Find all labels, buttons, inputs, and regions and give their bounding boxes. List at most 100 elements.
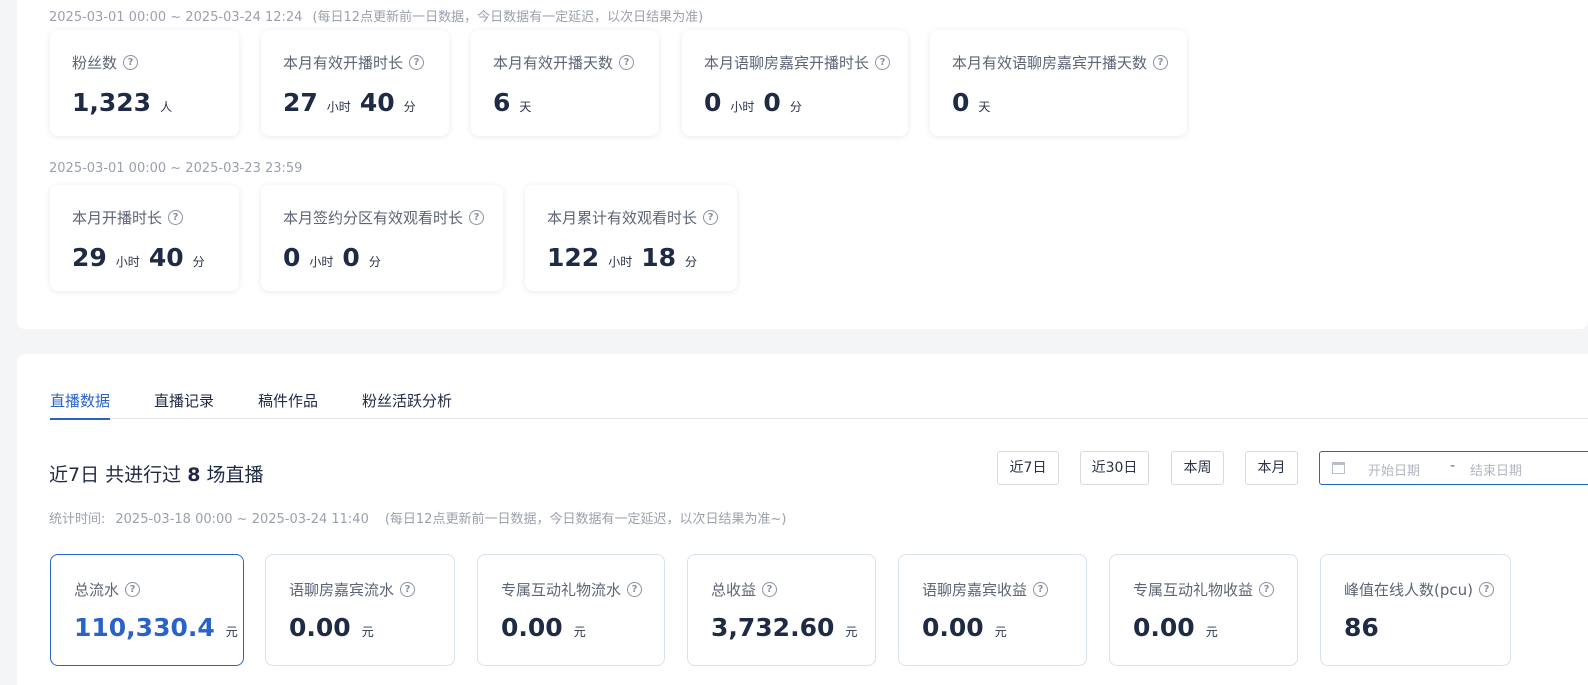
unit-label: 分 — [685, 255, 698, 269]
calendar-icon — [1332, 462, 1345, 474]
valid-live-days-card: 本月有效开播天数? 6天 — [471, 30, 659, 136]
overview-panel: 2025-03-01 00:00 ~ 2025-03-24 12:24 (每日12… — [17, 0, 1588, 329]
metric-value: 3,732.60 — [711, 613, 835, 642]
tab-live-records[interactable]: 直播记录 — [154, 390, 214, 419]
card-label: 本月累计有效观看时长 — [547, 209, 698, 227]
unit-label: 元 — [845, 625, 858, 639]
unit-label: 元 — [573, 625, 586, 639]
stat-time-value: 2025-03-18 00:00 ~ 2025-03-24 11:40 — [115, 512, 369, 527]
voice-room-guest-days-card: 本月有效语聊房嘉宾开播天数? 0天 — [930, 30, 1187, 136]
date-range-text: 2025-03-01 00:00 ~ 2025-03-23 23:59 — [49, 161, 303, 176]
card-label: 本月有效开播时长 — [283, 54, 404, 72]
signed-zone-watch-duration-card: 本月签约分区有效观看时长? 0 小时 0 分 — [261, 185, 503, 291]
unit-label: 小时 — [309, 255, 334, 269]
card-label: 总收益 — [711, 581, 757, 599]
date-range-picker[interactable]: 开始日期 - 结束日期 — [1319, 451, 1588, 485]
card-label: 峰值在线人数(pcu) — [1344, 581, 1473, 599]
exclusive-gift-revenue-card[interactable]: 专属互动礼物流水? 0.00 元 — [477, 554, 665, 666]
unit-label: 分 — [403, 100, 416, 114]
metric-value: 0.00 — [289, 613, 351, 642]
days-value: 0 — [952, 88, 970, 117]
card-label: 语聊房嘉宾流水 — [289, 581, 395, 599]
card-label: 专属互动礼物收益 — [1133, 581, 1254, 599]
peak-online-value: 86 — [1344, 613, 1379, 642]
valid-live-duration-card: 本月有效开播时长? 27 小时 40 分 — [261, 30, 449, 136]
days-value: 6 — [493, 88, 511, 117]
minutes-value: 0 — [342, 243, 360, 272]
metric-value: 0.00 — [922, 613, 984, 642]
unit-label: 元 — [225, 625, 238, 639]
end-date-input[interactable]: 结束日期 — [1470, 460, 1522, 479]
total-income-card[interactable]: 总收益? 3,732.60 元 — [687, 554, 876, 666]
fans-count-card: 粉丝数? 1,323 人 — [50, 30, 239, 136]
question-circle-icon[interactable]: ? — [762, 582, 778, 597]
question-circle-icon[interactable]: ? — [400, 582, 416, 597]
voice-guest-income-card[interactable]: 语聊房嘉宾收益? 0.00 元 — [898, 554, 1087, 666]
hours-value: 0 — [283, 243, 301, 272]
summary-prefix: 近7日 共进行过 — [49, 464, 182, 486]
peak-online-users-card[interactable]: 峰值在线人数(pcu)? 86 — [1320, 554, 1511, 666]
hours-value: 122 — [547, 243, 600, 272]
range-30-days-button[interactable]: 近30日 — [1080, 451, 1149, 485]
hours-value: 0 — [704, 88, 722, 117]
unit-label: 元 — [994, 625, 1007, 639]
question-circle-icon[interactable]: ? — [1033, 582, 1049, 597]
tab-bar: 直播数据 直播记录 稿件作品 粉丝活跃分析 — [50, 390, 1588, 420]
question-circle-icon[interactable]: ? — [619, 55, 635, 70]
tab-works[interactable]: 稿件作品 — [258, 390, 318, 419]
card-label: 粉丝数 — [72, 54, 118, 72]
question-circle-icon[interactable]: ? — [168, 210, 184, 225]
stat-time-label: 统计时间: — [49, 512, 106, 527]
date-separator: - — [1450, 458, 1456, 474]
hours-value: 29 — [72, 243, 107, 272]
question-circle-icon[interactable]: ? — [125, 582, 141, 597]
this-week-button[interactable]: 本周 — [1171, 451, 1224, 485]
unit-label: 小时 — [730, 100, 755, 114]
question-circle-icon[interactable]: ? — [1259, 582, 1275, 597]
card-label: 本月语聊房嘉宾开播时长 — [704, 54, 870, 72]
question-circle-icon[interactable]: ? — [703, 210, 719, 225]
question-circle-icon[interactable]: ? — [469, 210, 485, 225]
unit-label: 元 — [361, 625, 374, 639]
unit-label: 人 — [160, 100, 173, 114]
minutes-value: 18 — [641, 243, 676, 272]
card-label: 本月有效语聊房嘉宾开播天数 — [952, 54, 1148, 72]
unit-label: 小时 — [326, 100, 351, 114]
total-revenue-value: 110,330.4 — [74, 613, 215, 642]
live-count: 8 — [187, 464, 201, 486]
tab-live-data[interactable]: 直播数据 — [50, 390, 111, 420]
date-range-monthly: 2025-03-01 00:00 ~ 2025-03-24 12:24 (每日12… — [49, 6, 703, 25]
card-label: 本月签约分区有效观看时长 — [283, 209, 464, 227]
tab-fan-activity[interactable]: 粉丝活跃分析 — [362, 390, 452, 419]
question-circle-icon[interactable]: ? — [123, 55, 139, 70]
card-label: 专属互动礼物流水 — [501, 581, 622, 599]
range-7-days-button[interactable]: 近7日 — [997, 451, 1059, 485]
start-date-input[interactable]: 开始日期 — [1368, 460, 1420, 479]
this-month-button[interactable]: 本月 — [1245, 451, 1298, 485]
cumulative-watch-duration-card: 本月累计有效观看时长? 122 小时 18 分 — [525, 185, 737, 291]
unit-label: 分 — [192, 255, 205, 269]
summary-suffix: 场直播 — [206, 464, 264, 486]
unit-label: 小时 — [608, 255, 633, 269]
metric-value: 0.00 — [501, 613, 563, 642]
question-circle-icon[interactable]: ? — [875, 55, 891, 70]
minutes-value: 40 — [148, 243, 184, 272]
question-circle-icon[interactable]: ? — [1478, 582, 1494, 597]
update-note: (每日12点更新前一日数据，今日数据有一定延迟，以次日结果为准) — [312, 10, 704, 25]
voice-room-guest-duration-card: 本月语聊房嘉宾开播时长? 0 小时 0 分 — [682, 30, 908, 136]
card-label: 语聊房嘉宾收益 — [922, 581, 1028, 599]
date-range-to-yesterday: 2025-03-01 00:00 ~ 2025-03-23 23:59 — [49, 161, 302, 176]
live-data-panel: 直播数据 直播记录 稿件作品 粉丝活跃分析 近7日 共进行过 8 场直播 近7日… — [17, 354, 1588, 685]
statistics-time: 统计时间: 2025-03-18 00:00 ~ 2025-03-24 11:40… — [49, 508, 786, 527]
exclusive-gift-income-card[interactable]: 专属互动礼物收益? 0.00 元 — [1109, 554, 1298, 666]
total-revenue-card[interactable]: 总流水? 110,330.4 元 — [50, 554, 244, 666]
card-label: 本月开播时长 — [72, 209, 163, 227]
unit-label: 分 — [368, 255, 381, 269]
unit-label: 分 — [789, 100, 802, 114]
card-label: 总流水 — [74, 581, 120, 599]
question-circle-icon[interactable]: ? — [627, 582, 643, 597]
question-circle-icon[interactable]: ? — [1153, 55, 1169, 70]
voice-guest-revenue-card[interactable]: 语聊房嘉宾流水? 0.00 元 — [265, 554, 455, 666]
question-circle-icon[interactable]: ? — [409, 55, 425, 70]
live-count-summary: 近7日 共进行过 8 场直播 — [49, 460, 263, 487]
